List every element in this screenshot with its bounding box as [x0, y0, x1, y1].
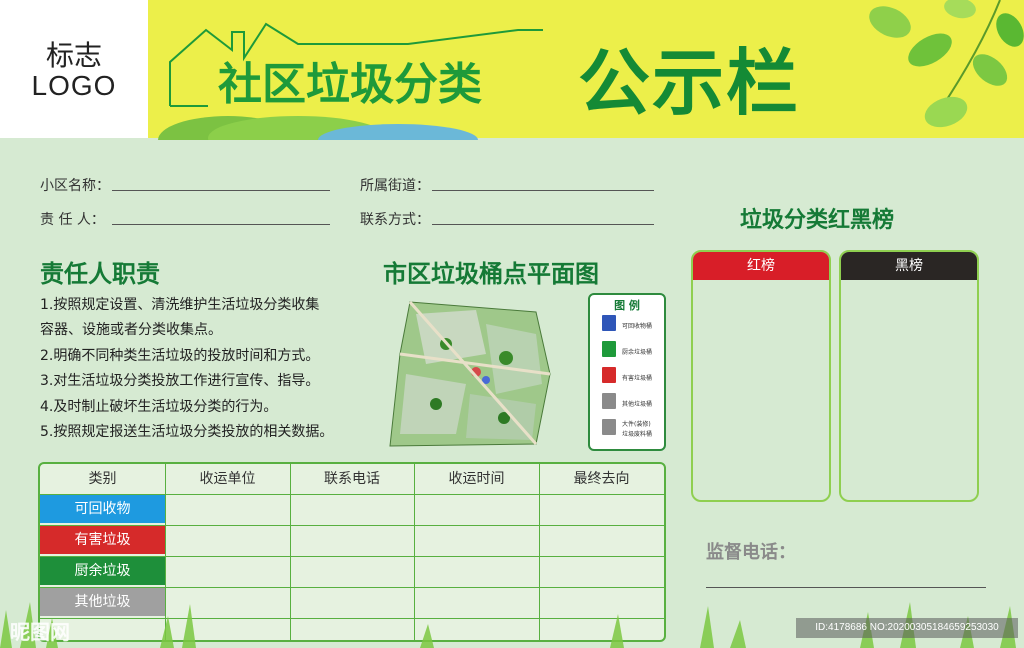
bulky-waste-bin-icon — [602, 419, 616, 435]
watermark-right: ID:4178686 NO:20200305184659253030 — [796, 618, 1018, 638]
table-divider — [40, 556, 664, 557]
legend-title: 图 例 — [614, 299, 640, 312]
duty-item: 3.对生活垃圾分类投放工作进行宣传、指导。 — [40, 373, 320, 389]
leaves-decoration-icon — [869, 0, 1024, 128]
hazardous-bin-icon — [602, 367, 616, 383]
supervision-phone-label: 监督电话： — [706, 542, 796, 563]
responsible-person-label: 责 任 人： — [40, 212, 105, 228]
table-divider — [40, 587, 664, 588]
street-label: 所属街道： — [360, 178, 430, 194]
header-subtitle: 社区垃圾分类 — [218, 59, 482, 110]
duty-item: 2.明确不同种类生活垃圾的投放时间和方式。 — [40, 348, 320, 364]
table-header-unit: 收运单位 — [199, 471, 256, 487]
logo-box: 标志 LOGO — [0, 0, 148, 138]
kitchen-waste-bin-icon — [602, 341, 616, 357]
table-divider — [40, 525, 664, 526]
watermark-left: 昵图网 — [10, 620, 70, 644]
duty-item: 容器、设施或者分类收集点。 — [40, 322, 222, 338]
header-title: 公示栏 — [578, 41, 801, 125]
table-header-phone: 联系电话 — [324, 471, 380, 487]
duties-title: 责任人职责 — [40, 260, 160, 288]
community-name-field[interactable] — [112, 189, 330, 191]
legend-label: 可回收物桶 — [622, 323, 653, 330]
responsible-person-field[interactable] — [112, 223, 330, 225]
site-map-image — [389, 301, 551, 447]
other-waste-bin-icon — [602, 393, 616, 409]
community-name-label: 小区名称： — [40, 178, 110, 194]
legend-label: 有害垃圾桶 — [622, 375, 653, 382]
logo-text-en: LOGO — [31, 70, 117, 101]
board-title: 垃圾分类红黑榜 — [740, 208, 895, 233]
category-recyclable: 可回收物 — [40, 495, 165, 523]
duty-item: 5.按照规定报送生活垃圾分类投放的相关数据。 — [40, 424, 334, 440]
table-divider — [40, 494, 664, 495]
red-list-header: 红榜 — [693, 252, 829, 280]
legend-label: 其他垃圾桶 — [622, 401, 653, 408]
category-hazardous: 有害垃圾 — [40, 526, 165, 554]
contact-field[interactable] — [432, 223, 654, 225]
contact-label: 联系方式： — [360, 212, 430, 228]
black-list-panel: 黑榜 — [839, 250, 979, 502]
black-list-header: 黑榜 — [841, 252, 977, 280]
table-header-category: 类别 — [88, 471, 117, 487]
supervision-phone-field[interactable] — [706, 586, 986, 588]
map-legend: 图 例 可回收物桶 厨余垃圾桶 有害垃圾桶 其他垃圾桶 大件(装修) 垃圾废料桶 — [588, 293, 666, 451]
logo-text-cn: 标志 — [45, 39, 102, 72]
street-field[interactable] — [432, 189, 654, 191]
duty-item: 1.按照规定设置、清洗维护生活垃圾分类收集 — [40, 297, 320, 313]
recyclable-bin-icon — [602, 315, 616, 331]
category-kitchen: 厨余垃圾 — [40, 557, 165, 585]
table-header-time: 收运时间 — [448, 471, 505, 487]
legend-label-extra: 垃圾废料桶 — [622, 431, 653, 438]
legend-label: 大件(装修) — [622, 421, 651, 428]
map-title: 市区垃圾桶点平面图 — [383, 260, 599, 288]
legend-label: 厨余垃圾桶 — [622, 349, 653, 356]
table-header-destination: 最终去向 — [573, 471, 630, 487]
duty-item: 4.及时制止破坏生活垃圾分类的行为。 — [40, 399, 278, 415]
red-list-panel: 红榜 — [691, 250, 831, 502]
